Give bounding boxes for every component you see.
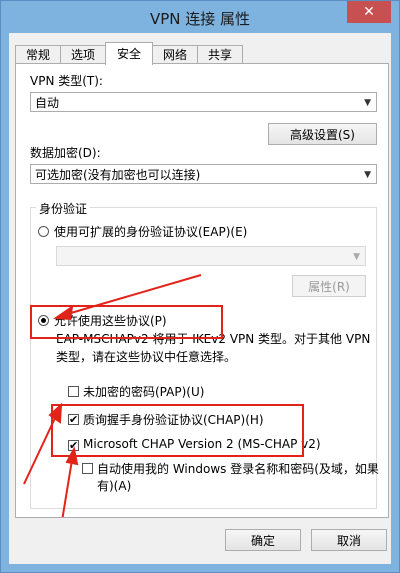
annotation-arrowhead-2 — [48, 402, 63, 424]
annotation-arrow-3 — [61, 459, 73, 517]
title-bar: VPN 连接 属性 ✕ — [1, 1, 399, 33]
window-title: VPN 连接 属性 — [149, 10, 251, 28]
annotation-arrow-2 — [23, 415, 57, 485]
vpn-properties-dialog: VPN 连接 属性 ✕ 常规 选项 安全 网络 共享 VPN 类型(T): 自动… — [0, 0, 400, 573]
tab-sharing[interactable]: 共享 — [197, 45, 243, 64]
annotation-arrow-1 — [63, 274, 202, 316]
security-tab-panel: VPN 类型(T): 自动 ▼ 高级设置(S) 数据加密(D): 可选加密(没有… — [15, 63, 389, 518]
close-button[interactable]: ✕ — [347, 1, 391, 23]
annotation-arrows — [23, 274, 202, 517]
tab-security[interactable]: 安全 — [105, 42, 153, 65]
dialog-client-area: 常规 选项 安全 网络 共享 VPN 类型(T): 自动 ▼ 高级设置(S) 数… — [9, 33, 391, 564]
tab-networking[interactable]: 网络 — [152, 45, 198, 64]
annotation-arrowhead-1 — [53, 304, 74, 321]
tab-general[interactable]: 常规 — [15, 45, 61, 64]
annotation-arrowhead-3 — [65, 446, 79, 466]
tab-options[interactable]: 选项 — [60, 45, 106, 64]
cancel-button[interactable]: 取消 — [311, 529, 387, 551]
ok-button[interactable]: 确定 — [225, 529, 301, 551]
